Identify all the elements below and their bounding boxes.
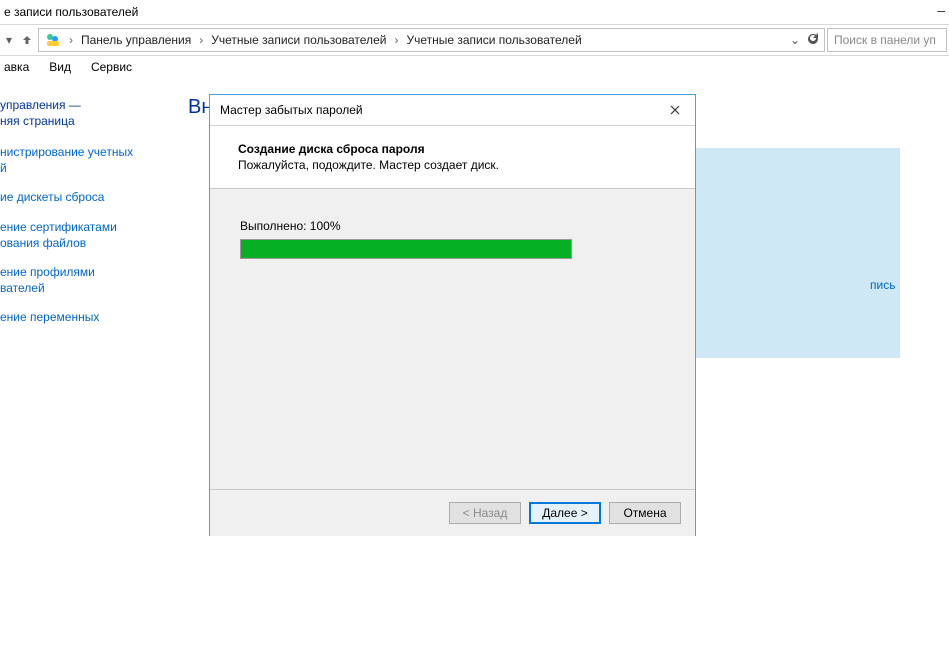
window-title: е записи пользователей [4, 5, 138, 19]
sidebar-link-certificates[interactable]: ение сертификатами ования файлов [0, 220, 170, 251]
sidebar: управления — няя страница нистрирование … [0, 78, 170, 671]
dialog-subheading: Пожалуйста, подождите. Мастер создает ди… [238, 158, 667, 172]
back-button: < Назад [449, 502, 521, 524]
control-panel-home-link[interactable]: управления — няя страница [0, 98, 170, 129]
chevron-down-icon[interactable]: ⌄ [790, 33, 800, 47]
progress-label: Выполнено: 100% [240, 219, 665, 233]
menu-bar: авка Вид Сервис [0, 56, 949, 78]
progress-fill [241, 240, 571, 258]
sidebar-link-admin-accounts[interactable]: нистрирование учетных й [0, 145, 170, 176]
breadcrumb-separator: › [199, 33, 203, 47]
breadcrumb-separator: › [394, 33, 398, 47]
progress-bar [240, 239, 572, 259]
dialog-titlebar: Мастер забытых паролей [210, 95, 695, 126]
nav-arrows: ▾ [2, 33, 34, 47]
breadcrumb-separator: › [69, 33, 73, 47]
sidebar-link-env-vars[interactable]: ение переменных [0, 310, 170, 326]
next-button[interactable]: Далее > [529, 502, 601, 524]
window-titlebar: е записи пользователей – [0, 0, 949, 25]
dialog-heading: Создание диска сброса пароля [238, 142, 667, 156]
refresh-icon[interactable] [806, 32, 820, 49]
search-input[interactable]: Поиск в панели уп [827, 28, 947, 52]
menu-view[interactable]: Вид [49, 60, 71, 74]
dialog-body: Создание диска сброса пароля Пожалуйста,… [210, 126, 695, 536]
close-icon [669, 104, 681, 116]
dialog-footer: < Назад Далее > Отмена [210, 489, 695, 536]
minimize-icon[interactable]: – [937, 2, 945, 18]
close-button[interactable] [665, 100, 685, 120]
menu-tools[interactable]: Сервис [91, 60, 132, 74]
breadcrumb-seg-1[interactable]: Панель управления [81, 33, 191, 47]
search-placeholder: Поиск в панели уп [834, 33, 936, 47]
breadcrumb-seg-3[interactable]: Учетные записи пользователей [406, 33, 581, 47]
user-accounts-icon [45, 32, 61, 48]
account-highlight-box [690, 148, 900, 358]
history-dropdown-icon[interactable]: ▾ [2, 33, 16, 47]
breadcrumb-seg-2[interactable]: Учетные записи пользователей [211, 33, 386, 47]
dialog-header-panel: Создание диска сброса пароля Пожалуйста,… [210, 126, 695, 189]
wizard-dialog: Мастер забытых паролей Создание диска сб… [209, 94, 696, 536]
dialog-content: Выполнено: 100% [210, 189, 695, 489]
sidebar-link-reset-disk[interactable]: ие дискеты сброса [0, 190, 170, 206]
nav-up-icon[interactable] [20, 33, 34, 47]
cancel-button[interactable]: Отмена [609, 502, 681, 524]
dialog-title: Мастер забытых паролей [220, 103, 363, 117]
address-bar[interactable]: › Панель управления › Учетные записи пол… [38, 28, 825, 52]
address-bar-row: ▾ › Панель управления › Учетные записи п… [0, 25, 949, 56]
menu-edit[interactable]: авка [4, 60, 29, 74]
account-highlight-text: пись [870, 278, 895, 292]
sidebar-link-profiles[interactable]: ение профилями вателей [0, 265, 170, 296]
